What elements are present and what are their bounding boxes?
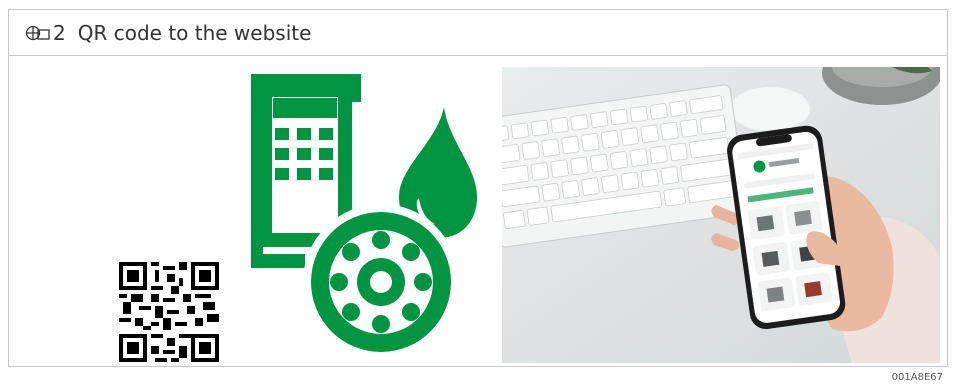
lubrication-app-logo: [251, 74, 477, 360]
mouse: [730, 87, 810, 131]
bearing-icon: [303, 204, 459, 360]
figure-caption: 2 QR code to the website: [9, 10, 947, 56]
figure-id: 001A8E67: [891, 372, 943, 383]
figure-title: QR code to the website: [77, 20, 312, 45]
figure-frame: 2 QR code to the website: [8, 9, 948, 367]
figure-reference-icon: [25, 25, 50, 40]
smartphone-app-photo: [502, 67, 940, 363]
figure-number: 2: [53, 20, 66, 45]
qr-code: [119, 262, 219, 362]
photo-illustration: [502, 67, 940, 363]
